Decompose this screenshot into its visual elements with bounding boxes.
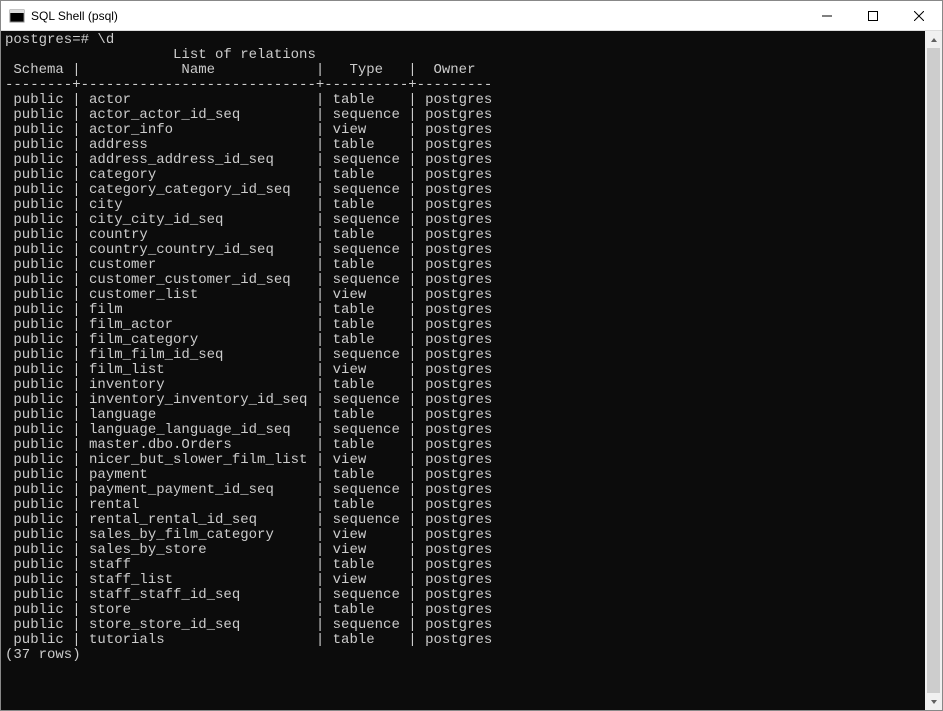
table-row: public | nicer_but_slower_film_list | vi…	[5, 453, 921, 468]
table-separator: --------+----------------------------+--…	[5, 78, 921, 93]
titlebar[interactable]: SQL Shell (psql)	[1, 1, 942, 31]
table-row: public | country | table | postgres	[5, 228, 921, 243]
vertical-scrollbar[interactable]	[925, 31, 942, 710]
table-row: public | film_list | view | postgres	[5, 363, 921, 378]
table-row: public | actor | table | postgres	[5, 93, 921, 108]
content-area: postgres=# \d List of relations Schema |…	[1, 31, 942, 710]
table-row: public | sales_by_store | view | postgre…	[5, 543, 921, 558]
scroll-down-arrow-icon[interactable]	[925, 693, 942, 710]
scroll-track[interactable]	[925, 48, 942, 693]
table-row: public | payment | table | postgres	[5, 468, 921, 483]
table-row: public | rental | table | postgres	[5, 498, 921, 513]
table-row: public | country_country_id_seq | sequen…	[5, 243, 921, 258]
table-row: public | master.dbo.Orders | table | pos…	[5, 438, 921, 453]
table-row: public | staff_list | view | postgres	[5, 573, 921, 588]
table-row: public | staff | table | postgres	[5, 558, 921, 573]
terminal-output[interactable]: postgres=# \d List of relations Schema |…	[1, 31, 925, 710]
table-row: public | rental_rental_id_seq | sequence…	[5, 513, 921, 528]
table-row: public | film_actor | table | postgres	[5, 318, 921, 333]
table-row: public | film | table | postgres	[5, 303, 921, 318]
window-title: SQL Shell (psql)	[31, 9, 118, 23]
scroll-up-arrow-icon[interactable]	[925, 31, 942, 48]
prompt-line: postgres=# \d	[5, 33, 921, 48]
table-row: public | address | table | postgres	[5, 138, 921, 153]
scroll-thumb[interactable]	[927, 48, 940, 693]
terminal-icon	[9, 8, 25, 24]
table-row: public | category_category_id_seq | sequ…	[5, 183, 921, 198]
list-title: List of relations	[5, 48, 921, 63]
minimize-button[interactable]	[804, 1, 850, 31]
table-row: public | store | table | postgres	[5, 603, 921, 618]
table-row: public | category | table | postgres	[5, 168, 921, 183]
table-row: public | film_film_id_seq | sequence | p…	[5, 348, 921, 363]
table-row: public | language_language_id_seq | sequ…	[5, 423, 921, 438]
row-count: (37 rows)	[5, 648, 921, 663]
table-row: public | sales_by_film_category | view |…	[5, 528, 921, 543]
close-button[interactable]	[896, 1, 942, 31]
table-row: public | city_city_id_seq | sequence | p…	[5, 213, 921, 228]
table-row: public | payment_payment_id_seq | sequen…	[5, 483, 921, 498]
table-row: public | customer_customer_id_seq | sequ…	[5, 273, 921, 288]
maximize-button[interactable]	[850, 1, 896, 31]
table-row: public | inventory_inventory_id_seq | se…	[5, 393, 921, 408]
window-frame: SQL Shell (psql) postgres=# \d List of r…	[0, 0, 943, 711]
table-row: public | customer_list | view | postgres	[5, 288, 921, 303]
table-row: public | actor_actor_id_seq | sequence |…	[5, 108, 921, 123]
table-row: public | inventory | table | postgres	[5, 378, 921, 393]
table-row: public | address_address_id_seq | sequen…	[5, 153, 921, 168]
table-row: public | store_store_id_seq | sequence |…	[5, 618, 921, 633]
table-row: public | customer | table | postgres	[5, 258, 921, 273]
table-row: public | staff_staff_id_seq | sequence |…	[5, 588, 921, 603]
table-row: public | film_category | table | postgre…	[5, 333, 921, 348]
table-row: public | city | table | postgres	[5, 198, 921, 213]
table-header: Schema | Name | Type | Owner	[5, 63, 921, 78]
table-row: public | actor_info | view | postgres	[5, 123, 921, 138]
table-row: public | tutorials | table | postgres	[5, 633, 921, 648]
table-row: public | language | table | postgres	[5, 408, 921, 423]
